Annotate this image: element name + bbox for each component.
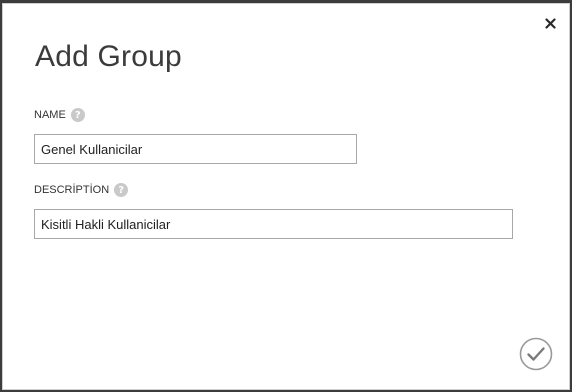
checkmark-icon[interactable] [519,337,553,371]
help-icon[interactable]: ? [114,183,129,197]
name-label: NAME [34,109,66,121]
close-icon[interactable] [541,14,559,32]
name-label-row: NAME ? [34,108,85,122]
help-icon[interactable]: ? [70,108,85,122]
name-field[interactable] [34,134,357,164]
description-field[interactable] [34,209,513,239]
description-label-row: DESCRİPTİON ? [34,183,129,197]
dialog-title: Add Group [35,40,182,73]
description-label: DESCRİPTİON [34,184,110,196]
add-group-dialog: Add Group NAME ? DESCRİPTİON ? [2,3,570,390]
